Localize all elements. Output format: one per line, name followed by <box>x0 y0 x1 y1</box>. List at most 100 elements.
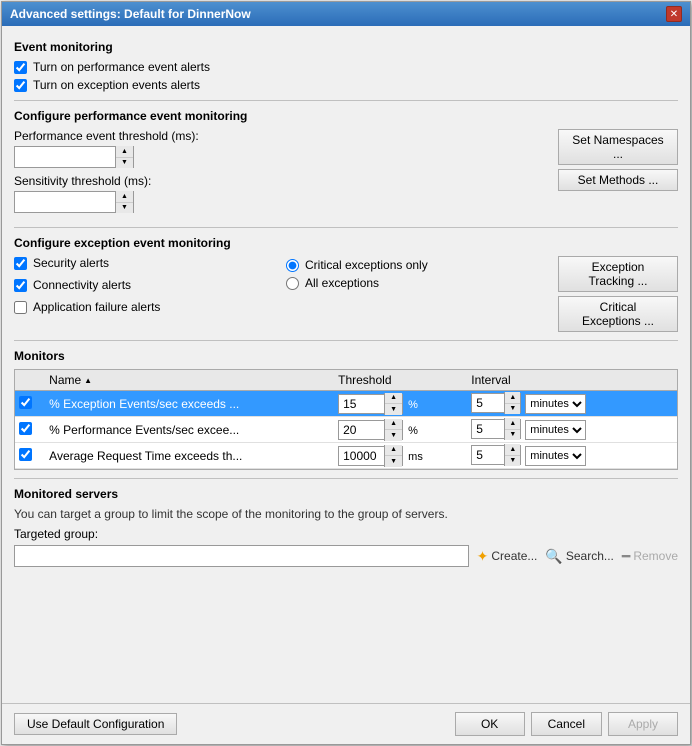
cancel-button[interactable]: Cancel <box>531 712 602 736</box>
check-connectivity-row: Connectivity alerts <box>14 278 266 292</box>
check-perf-alerts[interactable] <box>14 61 27 74</box>
threshold-unit: % <box>405 399 418 411</box>
sensitivity-spinner-btns: ▲ ▼ <box>115 191 133 213</box>
set-methods-button[interactable]: Set Methods ... <box>558 169 678 191</box>
interval-input[interactable] <box>472 394 504 412</box>
threshold-spinner: ▲▼ <box>338 420 403 440</box>
interval-unit-select[interactable]: minuteshoursdays <box>525 420 586 440</box>
threshold-unit: % <box>405 425 418 437</box>
sensitivity-down[interactable]: ▼ <box>116 203 133 214</box>
threshold-label: Performance event threshold (ms): <box>14 129 548 143</box>
exception-settings-row: Security alerts Connectivity alerts Appl… <box>14 256 678 332</box>
ok-button[interactable]: OK <box>455 712 525 736</box>
sensitivity-input-row: 100 ▲ ▼ <box>14 191 548 213</box>
interval-spinner: ▲▼ <box>471 393 521 413</box>
table-row: Average Request Time exceeds th...▲▼ ms▲… <box>15 443 677 469</box>
threshold-down[interactable]: ▼ <box>385 430 402 441</box>
row-checkbox[interactable] <box>19 396 32 409</box>
search-button[interactable]: 🔍 Search... <box>545 548 613 565</box>
threshold-spinner-btns: ▲ ▼ <box>115 146 133 168</box>
row-checkbox[interactable] <box>19 422 32 435</box>
event-monitoring-title: Event monitoring <box>14 40 678 54</box>
col-header-name[interactable]: Name ▲ <box>45 370 334 391</box>
check-security[interactable] <box>14 257 27 270</box>
row-scroll-stub <box>654 443 677 469</box>
threshold-input-row: 15000 ▲ ▼ <box>14 146 548 168</box>
interval-unit-select[interactable]: minuteshoursdays <box>525 394 586 414</box>
exception-event-title: Configure exception event monitoring <box>14 236 678 250</box>
remove-button[interactable]: ━ Remove <box>622 548 678 565</box>
row-interval: ▲▼ minuteshoursdays <box>467 417 654 443</box>
remove-icon: ━ <box>622 548 630 565</box>
radio-critical[interactable] <box>286 259 299 272</box>
sensitivity-label: Sensitivity threshold (ms): <box>14 174 548 188</box>
threshold-spinner: ▲▼ <box>338 394 403 414</box>
interval-down[interactable]: ▼ <box>505 404 520 415</box>
exception-right-col: Exception Tracking ... Critical Exceptio… <box>558 256 678 332</box>
threshold-down[interactable]: ▼ <box>385 456 402 467</box>
threshold-input[interactable]: 15000 <box>15 147 115 167</box>
threshold-down[interactable]: ▼ <box>385 404 402 415</box>
targeted-group-input[interactable] <box>14 545 469 567</box>
divider-1 <box>14 100 678 101</box>
radio-all[interactable] <box>286 277 299 290</box>
check-app-failure[interactable] <box>14 301 27 314</box>
threshold-up[interactable]: ▲ <box>385 419 402 431</box>
radio-all-row: All exceptions <box>286 276 538 290</box>
check-exception-alerts[interactable] <box>14 79 27 92</box>
interval-up[interactable]: ▲ <box>505 418 520 430</box>
apply-button[interactable]: Apply <box>608 712 678 736</box>
interval-up[interactable]: ▲ <box>505 392 520 404</box>
close-button[interactable]: ✕ <box>666 6 682 22</box>
critical-exceptions-button[interactable]: Critical Exceptions ... <box>558 296 678 332</box>
divider-2 <box>14 227 678 228</box>
exception-tracking-button[interactable]: Exception Tracking ... <box>558 256 678 292</box>
sensitivity-up[interactable]: ▲ <box>116 191 133 203</box>
content-area: Event monitoring Turn on performance eve… <box>2 26 690 703</box>
threshold-up[interactable]: ▲ <box>385 393 402 405</box>
threshold-up[interactable]: ▲ <box>116 146 133 158</box>
check-connectivity-label: Connectivity alerts <box>33 278 131 292</box>
threshold-up[interactable]: ▲ <box>385 445 402 457</box>
interval-up[interactable]: ▲ <box>505 444 520 456</box>
check-connectivity[interactable] <box>14 279 27 292</box>
threshold-input[interactable] <box>339 421 384 439</box>
create-label: Create... <box>491 549 537 563</box>
row-checkbox[interactable] <box>19 448 32 461</box>
threshold-down[interactable]: ▼ <box>116 158 133 169</box>
sort-icon: ▲ <box>84 376 92 385</box>
check-perf-alerts-label: Turn on performance event alerts <box>33 60 210 74</box>
group-display-area <box>14 567 678 597</box>
check-security-label: Security alerts <box>33 256 109 270</box>
threshold-input[interactable] <box>339 447 384 465</box>
radio-critical-row: Critical exceptions only <box>286 258 538 272</box>
interval-down[interactable]: ▼ <box>505 430 520 441</box>
col-header-scroll <box>654 370 677 391</box>
interval-down[interactable]: ▼ <box>505 456 520 467</box>
exception-middle-col: Critical exceptions only All exceptions <box>286 256 538 290</box>
col-header-threshold: Threshold <box>334 370 467 391</box>
create-button[interactable]: ✦ Create... <box>477 548 538 565</box>
perf-event-title: Configure performance event monitoring <box>14 109 678 123</box>
threshold-input[interactable] <box>339 395 384 413</box>
monitors-title: Monitors <box>14 349 678 363</box>
check-app-failure-label: Application failure alerts <box>33 300 160 314</box>
interval-input[interactable] <box>472 420 504 438</box>
check-perf-alerts-row: Turn on performance event alerts <box>14 60 678 74</box>
footer: Use Default Configuration OK Cancel Appl… <box>2 703 690 744</box>
col-header-interval: Interval <box>467 370 654 391</box>
monitors-table: Name ▲ Threshold Interval % Exception Ev… <box>15 370 677 469</box>
radio-all-label: All exceptions <box>305 276 379 290</box>
search-label: Search... <box>566 549 614 563</box>
create-icon: ✦ <box>477 548 489 565</box>
set-namespaces-button[interactable]: Set Namespaces ... <box>558 129 678 165</box>
interval-input[interactable] <box>472 446 504 464</box>
use-default-button[interactable]: Use Default Configuration <box>14 713 177 735</box>
interval-unit-select[interactable]: minuteshoursdays <box>525 446 586 466</box>
threshold-unit: ms <box>405 451 423 463</box>
perf-right-col: Set Namespaces ... Set Methods ... <box>558 129 678 191</box>
sensitivity-input[interactable]: 100 <box>15 192 115 212</box>
table-row: % Exception Events/sec exceeds ...▲▼ %▲▼… <box>15 391 677 417</box>
row-name: % Performance Events/sec excee... <box>45 417 334 443</box>
row-threshold: ▲▼ % <box>334 417 467 443</box>
